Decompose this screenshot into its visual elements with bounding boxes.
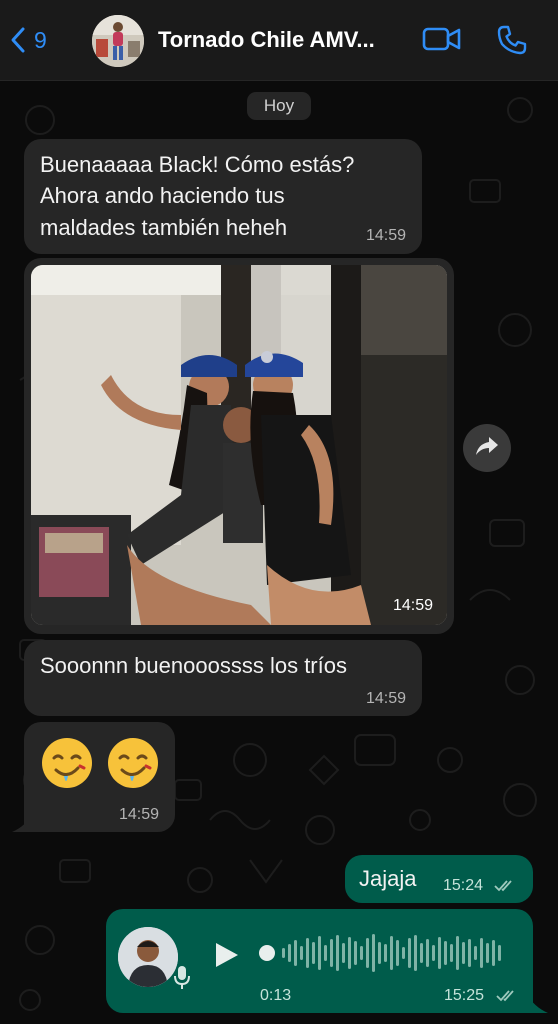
voice-duration: 0:13 — [260, 987, 292, 1004]
incoming-message[interactable]: Buenaaaaa Black! Cómo estás? Ahora ando … — [24, 139, 422, 254]
message-time: 15:25 — [444, 987, 485, 1004]
waveform-bar — [444, 941, 447, 965]
waveform-bar — [402, 947, 405, 959]
waveform-bar — [282, 948, 285, 958]
read-receipt-icon — [496, 990, 514, 1002]
video-call-icon[interactable] — [422, 24, 462, 59]
message-time: 14:59 — [365, 227, 406, 244]
incoming-message[interactable]: Sooonnn buenooossss los tríos 14:59 — [24, 640, 422, 716]
waveform-bar — [450, 944, 453, 962]
date-separator: Hoy — [247, 92, 311, 120]
waveform-bar — [456, 936, 459, 970]
back-chevron-icon — [10, 26, 26, 54]
message-time: 14:59 — [118, 806, 159, 823]
waveform-bar — [360, 946, 363, 960]
waveform-bar — [480, 938, 483, 968]
waveform-bar — [378, 942, 381, 964]
drooling-face-icon — [42, 738, 92, 788]
bubble-tail — [526, 993, 548, 1013]
waveform-bar — [306, 938, 309, 968]
photo-attachment[interactable]: 14:59 — [31, 265, 447, 625]
outgoing-message[interactable]: Jajaja 15:24 — [345, 855, 533, 903]
drooling-face-icon — [108, 738, 158, 788]
emoji-row — [40, 736, 160, 790]
waveform-bar — [324, 945, 327, 961]
waveform-bar — [426, 939, 429, 967]
back-button[interactable]: 9 — [10, 22, 47, 58]
waveform-bar — [330, 939, 333, 967]
waveform-bar — [408, 938, 411, 968]
incoming-photo-message[interactable]: 14:59 — [24, 258, 454, 634]
waveform-bar — [390, 936, 393, 970]
waveform-bar — [462, 942, 465, 964]
message-line: maldades también heheh — [40, 215, 288, 240]
read-receipt-icon — [494, 880, 512, 892]
waveform-bar — [288, 944, 291, 962]
photo-time: 14:59 — [392, 597, 433, 614]
play-icon[interactable] — [214, 941, 240, 974]
bubble-tail — [12, 812, 34, 832]
message-time: 15:24 — [443, 877, 484, 894]
microphone-icon — [172, 963, 192, 996]
sender-avatar — [118, 927, 178, 987]
waveform-bar — [438, 937, 441, 969]
waveform-bar — [354, 941, 357, 965]
waveform-bar — [318, 936, 321, 970]
outgoing-voice-message[interactable]: 0:13 15:25 — [106, 909, 533, 1013]
forward-arrow-icon — [475, 436, 499, 461]
waveform-bar — [342, 943, 345, 963]
waveform-bar — [432, 945, 435, 961]
message-line: Buenaaaaa Black! Cómo estás? — [40, 152, 355, 177]
phone-icon[interactable] — [496, 24, 528, 61]
waveform-bar — [492, 940, 495, 966]
chat-title[interactable]: Tornado Chile AMV... — [158, 27, 375, 53]
playback-scrubber[interactable] — [259, 945, 275, 961]
waveform-bar — [312, 942, 315, 964]
waveform-bar — [348, 937, 351, 969]
waveform-bar — [396, 940, 399, 966]
group-avatar[interactable] — [92, 15, 144, 67]
waveform-bar — [414, 935, 417, 971]
incoming-emoji-message[interactable]: 14:59 — [24, 722, 175, 832]
message-time: 14:59 — [365, 690, 406, 707]
message-line: Ahora ando haciendo tus — [40, 183, 285, 208]
waveform-bar — [372, 934, 375, 972]
waveform-bar — [294, 940, 297, 966]
waveform-bar — [498, 945, 501, 961]
forward-button[interactable] — [463, 424, 511, 472]
waveform-bar — [474, 946, 477, 960]
waveform-bar — [486, 943, 489, 963]
waveform-bar — [300, 946, 303, 960]
waveform-bar — [336, 935, 339, 971]
waveform-bar — [468, 939, 471, 967]
unread-count: 9 — [34, 26, 47, 53]
message-text: Sooonnn buenooossss los tríos — [40, 653, 347, 678]
voice-waveform[interactable] — [258, 931, 510, 975]
chat-header: 9 Tornado Chile AMV... — [0, 0, 558, 81]
waveform-bar — [420, 943, 423, 963]
waveform-bar — [366, 938, 369, 968]
message-text: Jajaja — [359, 866, 417, 891]
waveform-bar — [384, 944, 387, 962]
